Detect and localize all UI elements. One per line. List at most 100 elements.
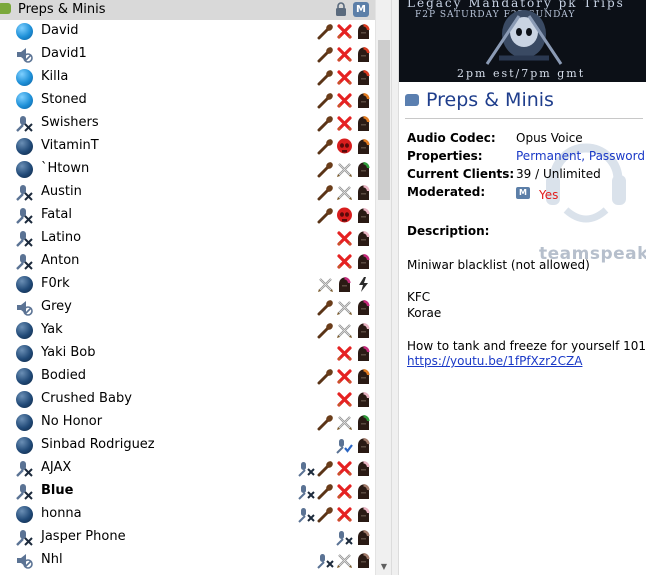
- helm-orange-icon: [355, 115, 372, 132]
- client-row[interactable]: Bodied: [0, 365, 375, 388]
- divider: [405, 118, 643, 119]
- client-row[interactable]: `Htown: [0, 158, 375, 181]
- client-name: Latino: [41, 230, 82, 245]
- client-name: AJAX: [41, 460, 72, 475]
- client-badges: [317, 138, 372, 155]
- client-name: David1: [41, 46, 87, 61]
- x-icon: [336, 69, 353, 86]
- client-badges: [317, 23, 372, 40]
- speaker-muted-icon: [17, 554, 33, 569]
- user-status-icon: [16, 92, 33, 109]
- description-line: KFC: [407, 290, 431, 304]
- client-row[interactable]: Killa: [0, 66, 375, 89]
- helm-pink-icon: [355, 322, 372, 339]
- pane-splitter[interactable]: [391, 0, 399, 575]
- client-row[interactable]: Grey: [0, 296, 375, 319]
- client-badges: [298, 506, 372, 523]
- youtube-link[interactable]: https://youtu.be/1fPfXzr2CZA: [407, 354, 582, 368]
- mic-x-icon: [298, 506, 315, 523]
- client-row[interactable]: David: [0, 20, 375, 43]
- client-row[interactable]: Swishers: [0, 112, 375, 135]
- client-row[interactable]: Yaki Bob: [0, 342, 375, 365]
- client-row[interactable]: Jasper Phone: [0, 526, 375, 549]
- info-panel: Legacy Mandatory pk Trips F2P SATURDAY F…: [399, 0, 646, 575]
- user-status-icon: [16, 506, 33, 523]
- audio-codec-value: Opus Voice: [516, 131, 583, 145]
- properties-label: Properties:: [407, 149, 483, 163]
- client-row[interactable]: Anton: [0, 250, 375, 273]
- swords-icon: [336, 552, 353, 569]
- helm-pink-icon: [355, 460, 372, 477]
- club-icon: [317, 46, 334, 63]
- client-name: Nhl: [41, 552, 63, 567]
- scrollbar-thumb[interactable]: [378, 40, 390, 200]
- microphone-muted-icon: [16, 231, 33, 247]
- swords-icon: [336, 414, 353, 431]
- client-row[interactable]: Latino: [0, 227, 375, 250]
- channel-tree: Preps & Minis M David David1 Killa Stoned Sw…: [0, 0, 391, 575]
- client-name: Grey: [41, 299, 72, 314]
- club-icon: [317, 506, 334, 523]
- channel-row[interactable]: Preps & Minis M: [0, 0, 375, 20]
- x-icon: [336, 115, 353, 132]
- club-icon: [317, 207, 334, 224]
- client-row[interactable]: AJAX: [0, 457, 375, 480]
- channel-banner: Legacy Mandatory pk Trips F2P SATURDAY F…: [399, 0, 646, 82]
- description-line: Korae: [407, 306, 442, 320]
- scroll-down-icon[interactable]: ▼: [376, 559, 392, 575]
- helm-magenta-icon: [355, 299, 372, 316]
- client-row[interactable]: Stoned: [0, 89, 375, 112]
- client-badges: [317, 115, 372, 132]
- helm-magenta-icon: [336, 276, 353, 293]
- user-status-icon: [16, 414, 33, 431]
- swords-icon: [336, 299, 353, 316]
- helm-brown-icon: [355, 552, 372, 569]
- description-line: Miniwar blacklist (not allowed): [407, 258, 590, 272]
- client-badges: [317, 414, 372, 431]
- client-row[interactable]: No Honor: [0, 411, 375, 434]
- swords-icon: [336, 322, 353, 339]
- helm-red-icon: [355, 69, 372, 86]
- mic-x-icon: [298, 460, 315, 477]
- client-row[interactable]: F0rk: [0, 273, 375, 296]
- mic-x-icon: [336, 529, 353, 546]
- client-row[interactable]: David1: [0, 43, 375, 66]
- description-label: Description:: [407, 224, 490, 238]
- mic-check-icon: [336, 437, 353, 454]
- client-row[interactable]: Blue: [0, 480, 375, 503]
- helm-red-icon: [355, 23, 372, 40]
- client-badges: [298, 460, 372, 477]
- microphone-muted-icon: [16, 208, 33, 224]
- client-name: VitaminT: [41, 138, 99, 153]
- x-icon: [336, 46, 353, 63]
- client-row[interactable]: Yak: [0, 319, 375, 342]
- swords-icon: [336, 184, 353, 201]
- swords-icon: [317, 276, 334, 293]
- client-row[interactable]: Austin: [0, 181, 375, 204]
- client-row[interactable]: honna: [0, 503, 375, 526]
- client-row[interactable]: Sinbad Rodriguez: [0, 434, 375, 457]
- helm-red-icon: [355, 46, 372, 63]
- client-row[interactable]: Fatal: [0, 204, 375, 227]
- x-icon: [336, 253, 353, 270]
- microphone-muted-icon: [16, 254, 33, 270]
- client-name: Blue: [41, 483, 74, 498]
- helm-orange-icon: [355, 92, 372, 109]
- client-name: F0rk: [41, 276, 70, 291]
- bolt-icon: [355, 276, 372, 293]
- scrollbar[interactable]: ▼: [375, 0, 392, 575]
- client-badges: [317, 552, 372, 569]
- club-icon: [317, 184, 334, 201]
- mic-x-icon: [317, 552, 334, 569]
- microphone-muted-icon: [16, 484, 33, 500]
- client-row[interactable]: VitaminT: [0, 135, 375, 158]
- helm-pink-icon: [355, 230, 372, 247]
- client-name: Sinbad Rodriguez: [41, 437, 155, 452]
- client-badges: [317, 69, 372, 86]
- client-name: Fatal: [41, 207, 72, 222]
- club-icon: [317, 460, 334, 477]
- client-row[interactable]: Crushed Baby: [0, 388, 375, 411]
- client-name: David: [41, 23, 79, 38]
- client-row[interactable]: Nhl: [0, 549, 375, 572]
- client-name: Yaki Bob: [41, 345, 96, 360]
